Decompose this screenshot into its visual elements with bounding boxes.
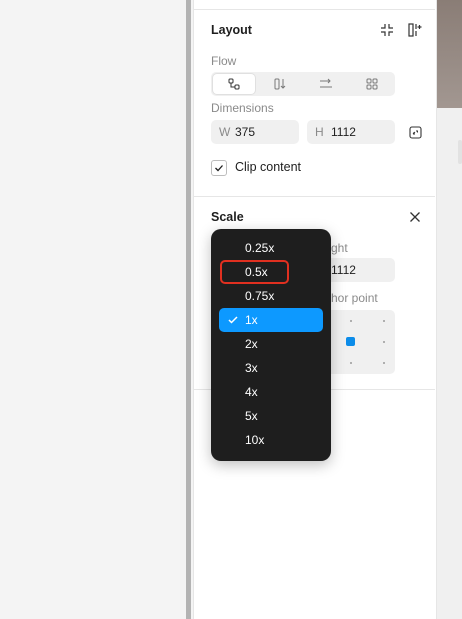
canvas-edge-marker (458, 140, 462, 164)
scale-height-label: ght (331, 241, 348, 255)
anchor-point-grid[interactable] (324, 310, 395, 374)
scale-option-2x[interactable]: 2x (219, 332, 323, 356)
anchor-dot[interactable] (383, 362, 385, 364)
resize-to-fit-icon[interactable] (405, 122, 425, 142)
anchor-dot[interactable] (350, 320, 352, 322)
anchor-dot[interactable] (350, 362, 352, 364)
width-value: 375 (235, 125, 256, 139)
height-value: 1112 (331, 125, 356, 139)
checkmark-icon (228, 316, 238, 324)
flow-horizontal-option[interactable] (305, 74, 347, 94)
flow-vertical-option[interactable] (259, 74, 301, 94)
scale-height-value: 1112 (331, 263, 356, 277)
highlight-box (220, 260, 289, 284)
height-field[interactable]: H 1112 (307, 120, 395, 144)
clip-content-label: Clip content (235, 160, 302, 174)
flow-selector (211, 72, 395, 96)
scale-option-0.75x[interactable]: 0.75x (219, 284, 323, 308)
flow-label: Flow (211, 54, 237, 68)
canvas-area[interactable] (0, 0, 186, 619)
scale-option-1x[interactable]: 1x (219, 308, 323, 332)
width-field[interactable]: W 375 (211, 120, 299, 144)
section-divider (193, 196, 435, 197)
scale-option-3x[interactable]: 3x (219, 356, 323, 380)
scale-option-4x[interactable]: 4x (219, 380, 323, 404)
add-auto-layout-icon[interactable] (405, 20, 425, 40)
scale-height-field[interactable]: 1112 (324, 258, 395, 282)
canvas-image-thumbnail (436, 0, 462, 108)
width-prefix: W (219, 125, 231, 139)
flow-grid-option[interactable] (351, 74, 393, 94)
anchor-selected[interactable] (346, 337, 355, 346)
flow-freeform-option[interactable] (213, 74, 255, 94)
layout-section-title: Layout (211, 23, 252, 37)
height-prefix: H (315, 125, 324, 139)
anchor-point-label: hor point (331, 291, 378, 305)
scale-option-10x[interactable]: 10x (219, 428, 323, 452)
section-divider (193, 9, 435, 10)
collapse-icon[interactable] (377, 20, 397, 40)
dimensions-label: Dimensions (211, 101, 274, 115)
scale-option-0.25x[interactable]: 0.25x (219, 236, 323, 260)
clip-content-checkbox[interactable] (211, 160, 227, 176)
anchor-dot[interactable] (383, 341, 385, 343)
panel-resize-handle[interactable] (186, 0, 191, 619)
scale-option-5x[interactable]: 5x (219, 404, 323, 428)
scale-section-title: Scale (211, 210, 244, 224)
anchor-dot[interactable] (383, 320, 385, 322)
close-icon[interactable] (405, 207, 425, 227)
